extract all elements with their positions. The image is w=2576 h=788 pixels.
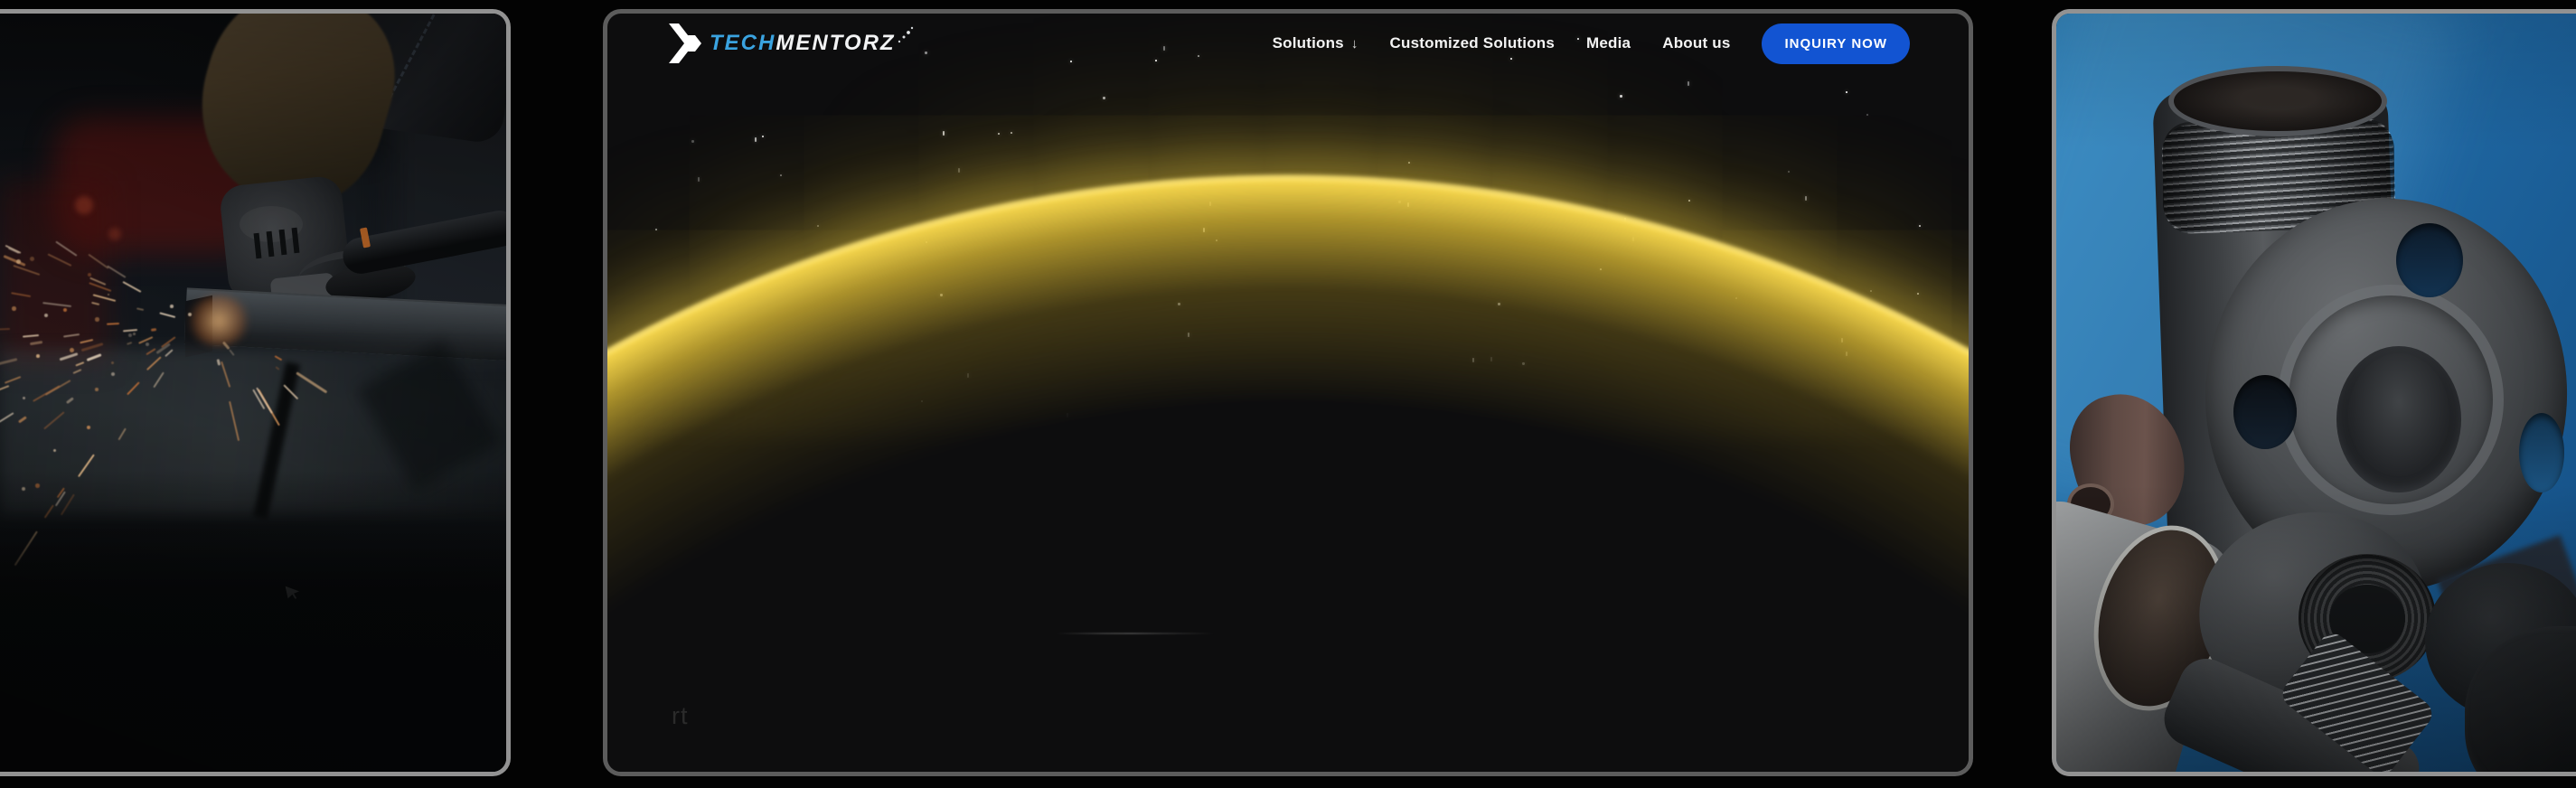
arrow-down-icon: ↓ xyxy=(1351,36,1359,52)
dotted-trail-icon xyxy=(897,25,915,45)
logo-text-primary: TECH xyxy=(710,31,776,55)
carousel-slide-current: rt TECHMENTORZ Solutions↓ Customized Sol… xyxy=(603,9,1973,776)
nav-item-about-us[interactable]: About us xyxy=(1662,34,1730,52)
hero-section: rt xyxy=(607,14,1969,772)
fading-divider-line xyxy=(1056,633,1215,634)
logo[interactable]: TECHMENTORZ xyxy=(669,23,915,63)
logo-text: TECHMENTORZ xyxy=(710,33,896,54)
inquiry-now-button[interactable]: INQUIRY NOW xyxy=(1762,23,1910,64)
site-header: TECHMENTORZ Solutions↓ Customized Soluti… xyxy=(607,15,1969,71)
photo-dim-overlay xyxy=(2056,14,2576,772)
carousel-slide-next[interactable] xyxy=(2052,9,2576,776)
eclipse-rim xyxy=(607,175,1969,772)
nav-item-solutions[interactable]: Solutions↓ xyxy=(1273,34,1359,52)
pipe-fittings-photo xyxy=(2056,14,2576,772)
nav-item-media[interactable]: Media xyxy=(1586,34,1631,52)
double-chevron-icon xyxy=(669,23,701,63)
fading-hero-text: rt xyxy=(672,702,689,730)
photo-dim-overlay xyxy=(0,14,506,772)
logo-text-secondary: MENTORZ xyxy=(776,31,895,55)
nav-item-customized-solutions[interactable]: Customized Solutions xyxy=(1390,34,1556,52)
carousel-slide-previous[interactable] xyxy=(0,9,511,776)
grinding-photo xyxy=(0,14,506,772)
main-nav: Solutions↓ Customized Solutions Media Ab… xyxy=(1273,34,1731,52)
